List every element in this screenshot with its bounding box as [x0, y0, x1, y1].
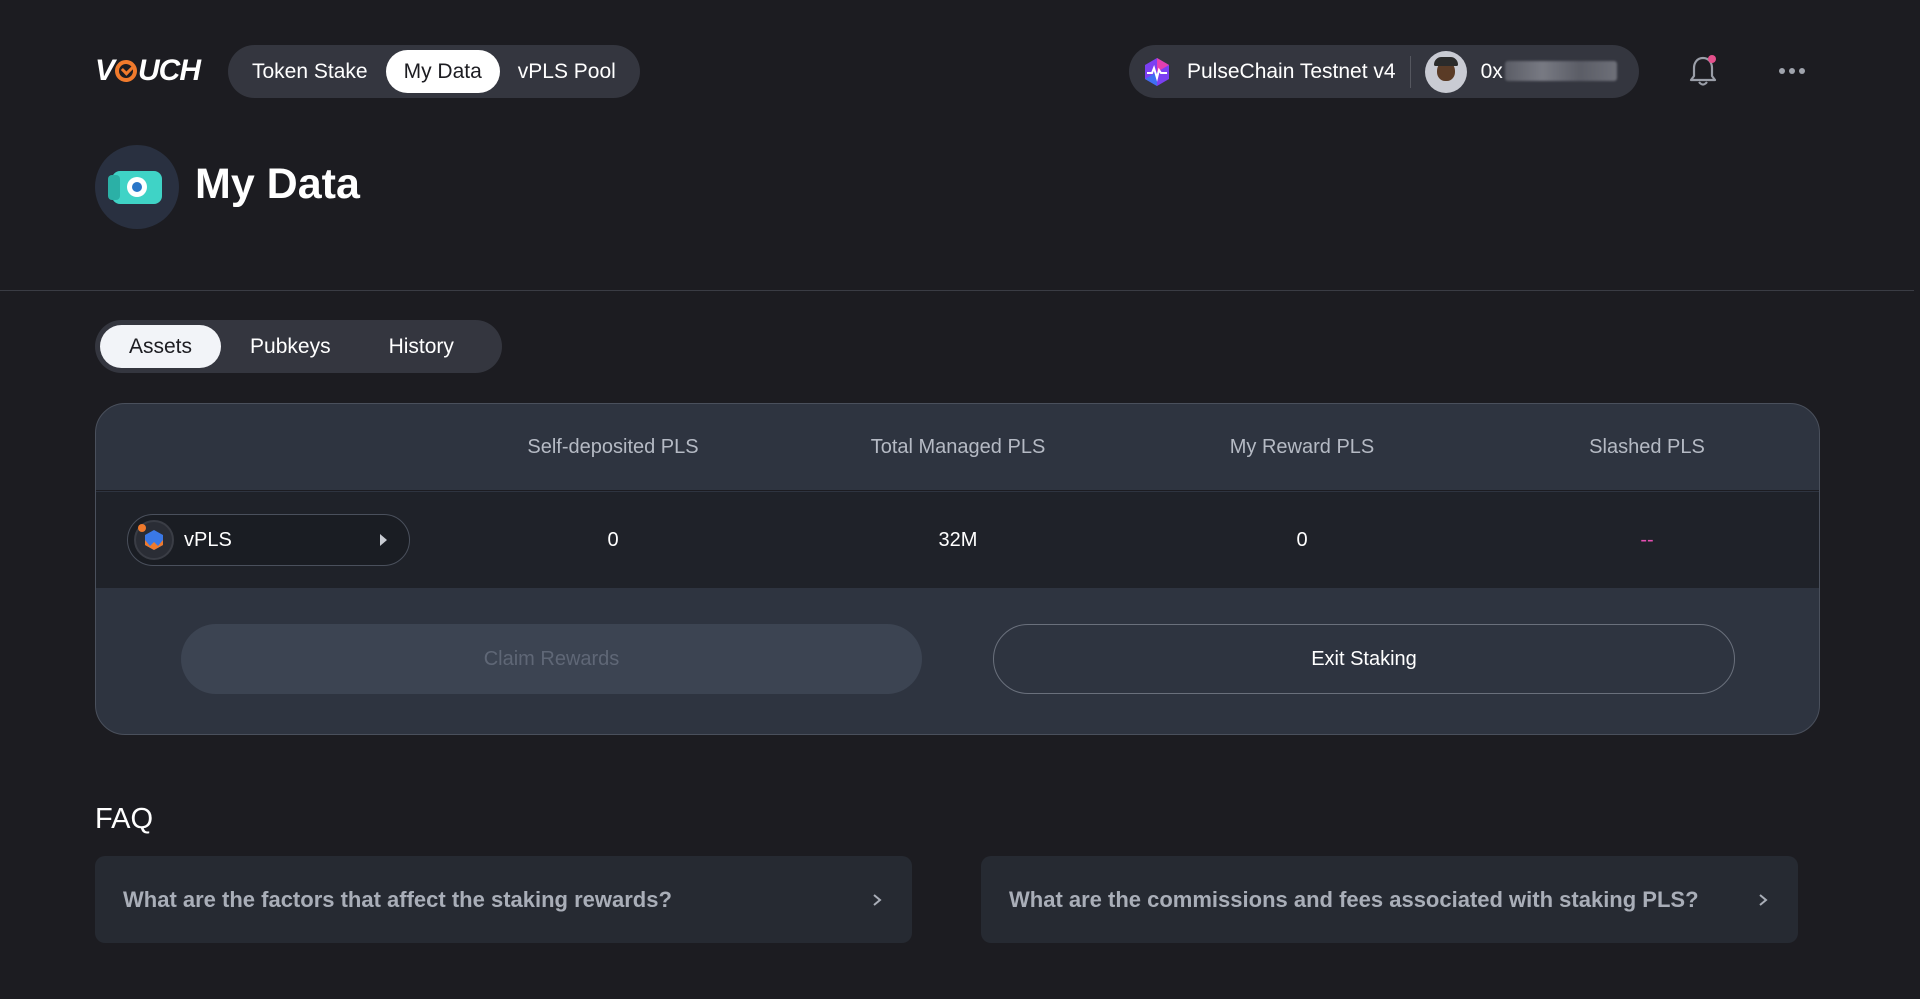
page-title: My Data — [195, 160, 360, 208]
chevron-right-icon — [1759, 893, 1768, 906]
header-divider — [0, 290, 1914, 291]
faq-question: What are the factors that affect the sta… — [123, 886, 672, 912]
vpls-token-icon — [134, 520, 174, 560]
my-data-icon — [95, 145, 179, 229]
table-header: Self-deposited PLS Total Managed PLS My … — [96, 404, 1819, 491]
exit-staking-button[interactable]: Exit Staking — [993, 624, 1735, 694]
col-self-deposited: Self-deposited PLS — [527, 436, 699, 458]
faq-title: FAQ — [95, 803, 154, 835]
wallet-separator — [1409, 55, 1411, 88]
self-deposited-value: 0 — [607, 529, 619, 551]
my-reward-value: 0 — [1296, 529, 1308, 551]
more-icon[interactable] — [1777, 62, 1807, 80]
nav-my-data[interactable]: My Data — [385, 50, 500, 93]
claim-rewards-button[interactable]: Claim Rewards — [181, 624, 922, 694]
col-slashed: Slashed PLS — [1589, 436, 1705, 458]
avatar[interactable] — [1424, 50, 1467, 93]
assets-card: Self-deposited PLS Total Managed PLS My … — [95, 403, 1820, 735]
token-selector[interactable]: vPLS — [127, 514, 410, 566]
col-my-reward: My Reward PLS — [1229, 436, 1375, 458]
faq-question: What are the commissions and fees associ… — [1009, 886, 1699, 912]
tab-assets[interactable]: Assets — [100, 325, 222, 368]
notification-dot — [1708, 55, 1716, 63]
wallet-bar[interactable]: PulseChain Testnet v4 0x — [1129, 45, 1639, 98]
token-label: vPLS — [184, 528, 232, 551]
col-total-managed: Total Managed PLS — [870, 436, 1046, 458]
main-nav: Token Stake My Data vPLS Pool — [228, 45, 640, 98]
pulsechain-icon — [1145, 57, 1169, 86]
table-row: vPLS 0 32M 0 -- — [96, 492, 1819, 588]
caret-right-icon — [380, 534, 387, 546]
network-label[interactable]: PulseChain Testnet v4 — [1187, 60, 1396, 84]
tab-pubkeys[interactable]: Pubkeys — [221, 325, 360, 368]
vouch-logo[interactable]: V UCH — [95, 54, 201, 88]
nav-vpls-pool[interactable]: vPLS Pool — [500, 50, 634, 93]
faq-item[interactable]: What are the commissions and fees associ… — [981, 856, 1798, 943]
tab-history[interactable]: History — [360, 325, 483, 368]
slashed-value: -- — [1640, 529, 1654, 551]
data-tabs: Assets Pubkeys History — [95, 320, 502, 373]
header: V UCH Token Stake My Data vPLS Pool Pulse… — [0, 0, 1920, 142]
chevron-right-icon — [873, 893, 882, 906]
nav-token-stake[interactable]: Token Stake — [234, 50, 386, 93]
faq-item[interactable]: What are the factors that affect the sta… — [95, 856, 912, 943]
bell-icon[interactable] — [1688, 54, 1718, 88]
address-redacted — [1504, 60, 1617, 81]
total-managed-value: 32M — [938, 529, 978, 551]
wallet-address[interactable]: 0x — [1481, 60, 1617, 84]
